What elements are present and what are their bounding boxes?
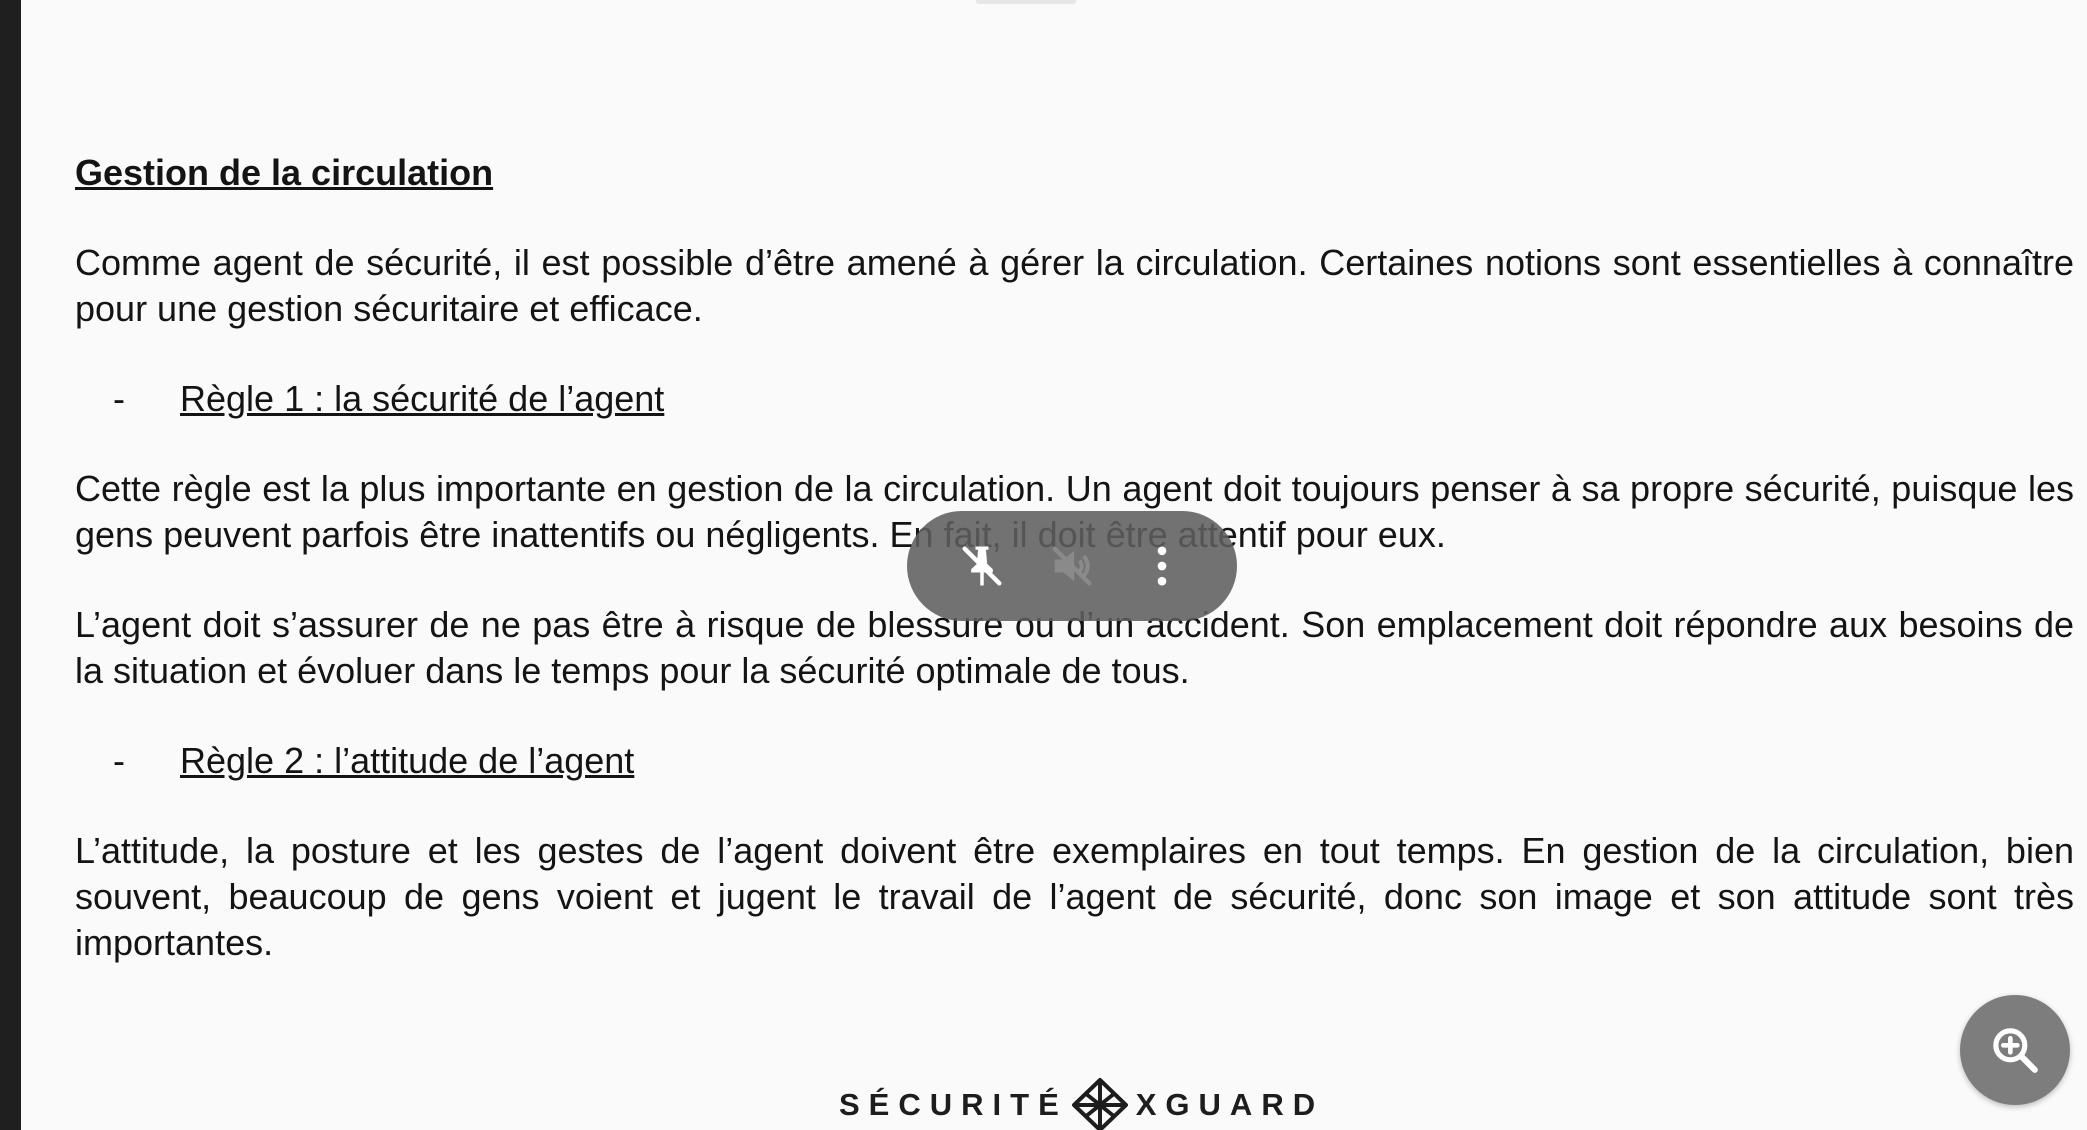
volume-off-icon bbox=[1052, 546, 1092, 586]
zoom-in-icon bbox=[1993, 1028, 2038, 1073]
media-overlay-controls bbox=[907, 511, 1237, 621]
more-options-button[interactable] bbox=[1134, 538, 1190, 594]
more-vert-icon bbox=[1157, 546, 1167, 586]
page-top-tab bbox=[976, 0, 1076, 4]
document-viewer: Gestion de la circulation Comme agent de… bbox=[0, 0, 2087, 1130]
mute-button[interactable] bbox=[1044, 538, 1100, 594]
unpin-button[interactable] bbox=[954, 538, 1010, 594]
rule-1-bullet: - bbox=[113, 378, 125, 419]
rule-2-item: - Règle 2 : l’attitude de l’agent bbox=[75, 738, 2074, 784]
rule-1-title: Règle 1 : la sécurité de l’agent bbox=[180, 378, 665, 419]
intro-paragraph: Comme agent de sécurité, il est possible… bbox=[75, 242, 2074, 329]
shield-logo-icon bbox=[1071, 1078, 1128, 1130]
rule-2-paragraph-1: L’attitude, la posture et les gestes de … bbox=[75, 830, 2074, 963]
pin-off-icon bbox=[962, 546, 1002, 586]
brand-name-right: XGUARD bbox=[1135, 1087, 1325, 1122]
brand-name-left: SÉCURITÉ bbox=[839, 1087, 1068, 1122]
zoom-in-button[interactable] bbox=[1960, 995, 2070, 1105]
section-heading: Gestion de la circulation bbox=[75, 152, 494, 193]
rule-2-title: Règle 2 : l’attitude de l’agent bbox=[180, 740, 635, 781]
rule-2-bullet: - bbox=[113, 740, 125, 781]
footer-brand: SÉCURITÉ XGUARD bbox=[839, 1078, 1325, 1130]
rule-1-item: - Règle 1 : la sécurité de l’agent bbox=[75, 376, 2074, 422]
